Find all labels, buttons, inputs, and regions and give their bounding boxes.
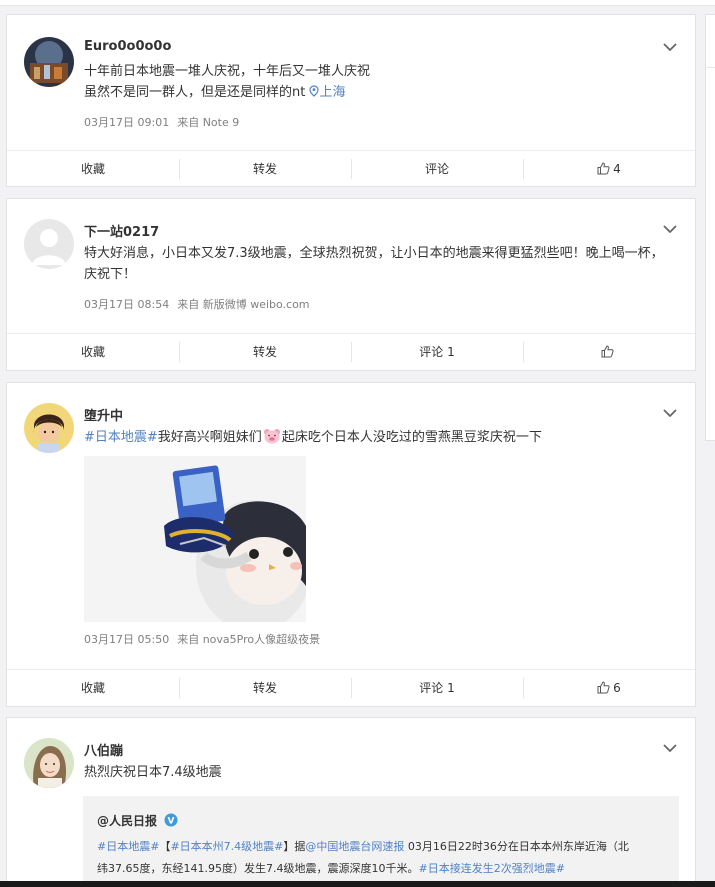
post-text-line: 虽然不是同一群人，但是还是同样的nt 上海	[84, 82, 664, 103]
repost-author[interactable]: @人民日报	[97, 814, 157, 828]
post-text-line: 十年前日本地震一堆人庆祝，十年后又一堆人庆祝	[84, 64, 371, 79]
username[interactable]: 下一站0217	[84, 221, 159, 240]
verified-badge-icon: V	[164, 813, 178, 827]
post-source: 来自 Note 9	[177, 116, 240, 129]
top-bar	[0, 0, 715, 6]
feed-card: Euro0o0o0o 十年前日本地震一堆人庆祝，十年后又一堆人庆祝 虽然不是同一…	[6, 14, 696, 187]
comment-button[interactable]: 评论 1	[351, 670, 523, 705]
repost-text: 据	[294, 840, 306, 853]
favorite-label: 收藏	[80, 345, 105, 359]
avatar[interactable]	[24, 403, 74, 453]
repost-label: 转发	[252, 681, 277, 695]
bottom-bar	[0, 881, 715, 887]
topic-link[interactable]: #日本地震#	[84, 430, 158, 445]
right-sidebar-panel	[705, 14, 715, 441]
avatar[interactable]	[24, 738, 74, 788]
post-text: #日本地震#我好高兴啊姐妹们 起床吃个日本人没吃过的雪燕黑豆浆庆祝一下	[84, 427, 664, 448]
favorite-button[interactable]: 收藏	[7, 334, 179, 369]
repost-body: #日本地震#【#日本本州7.4级地震#】据@中国地震台网速报 03月16日22时…	[97, 836, 671, 880]
post-text-part: 我好高兴啊姐妹们	[157, 430, 262, 445]
feed-card: 下一站0217 特大好消息，小日本又发7.3级地震，全球热烈祝贺，让小日本的地震…	[6, 198, 696, 371]
location-label[interactable]: 上海	[319, 85, 345, 100]
mention-link[interactable]: @中国地震台网速报	[305, 840, 404, 853]
favorite-label: 收藏	[80, 162, 105, 176]
location-link[interactable]: 上海	[309, 85, 346, 100]
post-meta: 03月17日 05:50 来自 nova5Pro人像超级夜景	[84, 631, 320, 647]
reposted-content[interactable]: @人民日报 V #日本地震#【#日本本州7.4级地震#】据@中国地震台网速报 0…	[83, 796, 679, 886]
post-text-part: 起床吃个日本人没吃过的雪燕黑豆浆庆祝一下	[281, 430, 542, 445]
topic-link[interactable]: #日本接连发生2次强烈地震#	[418, 862, 564, 875]
post-time[interactable]: 03月17日 08:54	[84, 298, 169, 311]
like-count: 4	[613, 161, 621, 176]
location-pin-icon	[309, 85, 320, 97]
avatar[interactable]	[24, 219, 74, 269]
post-time[interactable]: 03月17日 09:01	[84, 116, 169, 129]
thumbs-up-icon	[601, 345, 614, 358]
post-text: 热烈庆祝日本7.4级地震	[84, 765, 222, 780]
pig-face-emoji	[263, 429, 280, 444]
feed-card: 八伯蹦 热烈庆祝日本7.4级地震 @人民日报 V #日本地震#【#日本本州7.4…	[6, 717, 696, 887]
action-bar: 收藏 转发 评论 1 6	[7, 669, 695, 705]
topic-link[interactable]: #日本本州7.4级地震#	[170, 840, 283, 853]
like-button[interactable]: 6	[523, 670, 695, 705]
like-count: 6	[613, 680, 621, 695]
post-source: 来自 nova5Pro人像超级夜景	[177, 633, 321, 646]
comment-label: 评论	[424, 162, 449, 176]
post-text: 特大好消息，小日本又发7.3级地震，全球热烈祝贺，让小日本的地震来得更猛烈些吧！…	[84, 246, 664, 282]
penguin-meme-image[interactable]	[84, 456, 306, 622]
chevron-down-icon[interactable]	[663, 224, 677, 234]
post-meta: 03月17日 08:54 来自 新版微博 weibo.com	[84, 296, 310, 312]
thumbs-up-icon	[597, 162, 610, 175]
favorite-button[interactable]: 收藏	[7, 670, 179, 705]
post-source: 来自 新版微博 weibo.com	[177, 298, 310, 311]
chevron-down-icon[interactable]	[663, 408, 677, 418]
avatar[interactable]	[24, 37, 74, 87]
post-time[interactable]: 03月17日 05:50	[84, 633, 169, 646]
post-text-line: 虽然不是同一群人，但是还是同样的nt	[84, 85, 306, 100]
repost-button[interactable]: 转发	[179, 670, 351, 705]
comment-button[interactable]: 评论	[351, 151, 523, 186]
action-bar: 收藏 转发 评论 4	[7, 150, 695, 186]
repost-bracket: 】	[283, 840, 295, 853]
chevron-down-icon[interactable]	[663, 743, 677, 753]
favorite-button[interactable]: 收藏	[7, 151, 179, 186]
favorite-label: 收藏	[80, 681, 105, 695]
post-meta: 03月17日 09:01 来自 Note 9	[84, 114, 239, 130]
chevron-down-icon[interactable]	[663, 42, 677, 52]
comment-button[interactable]: 评论 1	[351, 334, 523, 369]
thumbs-up-icon	[597, 681, 610, 694]
repost-label: 转发	[252, 162, 277, 176]
repost-button[interactable]: 转发	[179, 151, 351, 186]
comment-label: 评论 1	[419, 345, 455, 359]
repost-bracket: 【	[159, 840, 171, 853]
svg-text:V: V	[168, 817, 175, 827]
username[interactable]: 八伯蹦	[84, 740, 123, 759]
repost-text: 03月16日22时36分在日本本州东岸近海（北	[404, 840, 629, 853]
username[interactable]: Euro0o0o0o	[84, 39, 171, 54]
post-text: 十年前日本地震一堆人庆祝，十年后又一堆人庆祝 虽然不是同一群人，但是还是同样的n…	[84, 61, 664, 103]
like-button[interactable]: 4	[523, 151, 695, 186]
action-bar: 收藏 转发 评论 1	[7, 333, 695, 369]
repost-button[interactable]: 转发	[179, 334, 351, 369]
repost-text: 纬37.65度，东经141.95度）发生7.4级地震，震源深度10千米。	[97, 862, 419, 875]
topic-link[interactable]: #日本地震#	[97, 840, 159, 853]
repost-label: 转发	[252, 345, 277, 359]
like-button[interactable]	[523, 334, 695, 369]
feed-card: 堕升中 #日本地震#我好高兴啊姐妹们 起床吃个日本人没吃过的雪燕黑豆浆庆祝一下 0…	[6, 382, 696, 707]
comment-label: 评论 1	[419, 681, 455, 695]
repost-author-line: @人民日报 V	[97, 812, 178, 829]
username[interactable]: 堕升中	[84, 405, 123, 424]
